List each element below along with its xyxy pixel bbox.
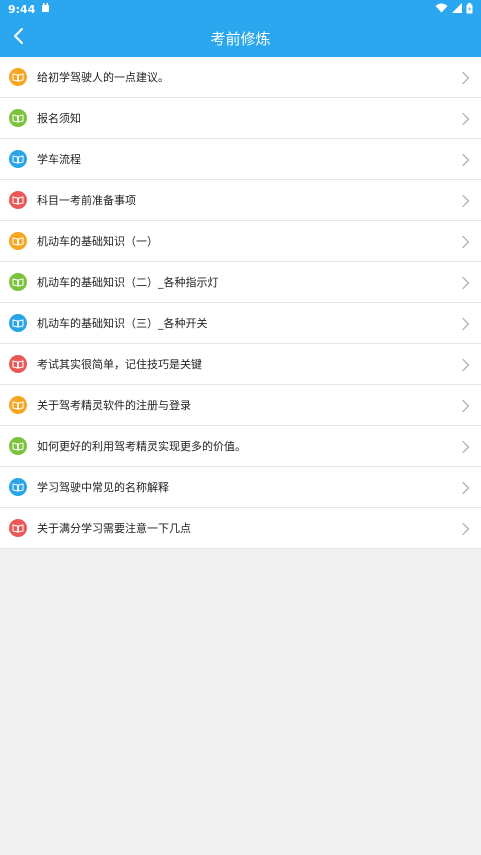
list-item-label: 机动车的基础知识（三）_各种开关 [37,317,208,330]
chevron-right-icon [461,234,471,249]
wifi-icon [435,3,448,16]
chevron-right-icon [461,398,471,413]
list-item[interactable]: 机动车的基础知识（一） [0,221,481,262]
notification-icon [41,3,50,16]
book-icon [9,191,27,209]
chevron-right-icon [461,275,471,290]
chevron-left-icon [12,27,24,49]
list-item[interactable]: 科目一考前准备事项 [0,180,481,221]
signal-icon [452,3,462,16]
status-time: 9:44 [8,3,36,16]
list-item-label: 学车流程 [37,153,81,166]
app-bar: 考前修炼 [0,19,481,57]
back-button[interactable] [0,19,36,57]
list-item[interactable]: 如何更好的利用驾考精灵实现更多的价值。 [0,426,481,467]
status-left: 9:44 [8,3,50,16]
book-icon [9,519,27,537]
list-item-label: 考试其实很简单，记住技巧是关键 [37,358,202,371]
book-icon [9,437,27,455]
list-item[interactable]: 报名须知 [0,98,481,139]
book-icon [9,396,27,414]
book-icon [9,68,27,86]
chevron-right-icon [461,480,471,495]
list-item[interactable]: 关于驾考精灵软件的注册与登录 [0,385,481,426]
list-item-label: 学习驾驶中常见的名称解释 [37,481,169,494]
book-icon [9,109,27,127]
chevron-right-icon [461,357,471,372]
chevron-right-icon [461,70,471,85]
book-icon [9,314,27,332]
list-item[interactable]: 学车流程 [0,139,481,180]
chevron-right-icon [461,111,471,126]
list-item-label: 关于满分学习需要注意一下几点 [37,522,191,535]
list-item[interactable]: 关于满分学习需要注意一下几点 [0,508,481,549]
battery-icon [466,2,473,17]
list-item-label: 科目一考前准备事项 [37,194,136,207]
list-item-label: 给初学驾驶人的一点建议。 [37,71,169,84]
list-item[interactable]: 学习驾驶中常见的名称解释 [0,467,481,508]
page-title: 考前修炼 [210,29,271,48]
chevron-right-icon [461,316,471,331]
chevron-right-icon [461,521,471,536]
book-icon [9,355,27,373]
list-item-label: 机动车的基础知识（一） [37,235,158,248]
book-icon [9,232,27,250]
list-item-label: 报名须知 [37,112,81,125]
chevron-right-icon [461,439,471,454]
list-item-label: 机动车的基础知识（二）_各种指示灯 [37,276,219,289]
list-item[interactable]: 机动车的基础知识（二）_各种指示灯 [0,262,481,303]
list-item[interactable]: 考试其实很简单，记住技巧是关键 [0,344,481,385]
book-icon [9,150,27,168]
status-bar: 9:44 [0,0,481,19]
list-item-label: 如何更好的利用驾考精灵实现更多的价值。 [37,440,246,453]
list-item[interactable]: 给初学驾驶人的一点建议。 [0,57,481,98]
book-icon [9,273,27,291]
chevron-right-icon [461,193,471,208]
chevron-right-icon [461,152,471,167]
article-list: 给初学驾驶人的一点建议。 报名须知学车流程科目一考前准备事项机动车的基础知识（一）… [0,57,481,549]
status-right [435,2,473,17]
list-item-label: 关于驾考精灵软件的注册与登录 [37,399,191,412]
list-item[interactable]: 机动车的基础知识（三）_各种开关 [0,303,481,344]
book-icon [9,478,27,496]
